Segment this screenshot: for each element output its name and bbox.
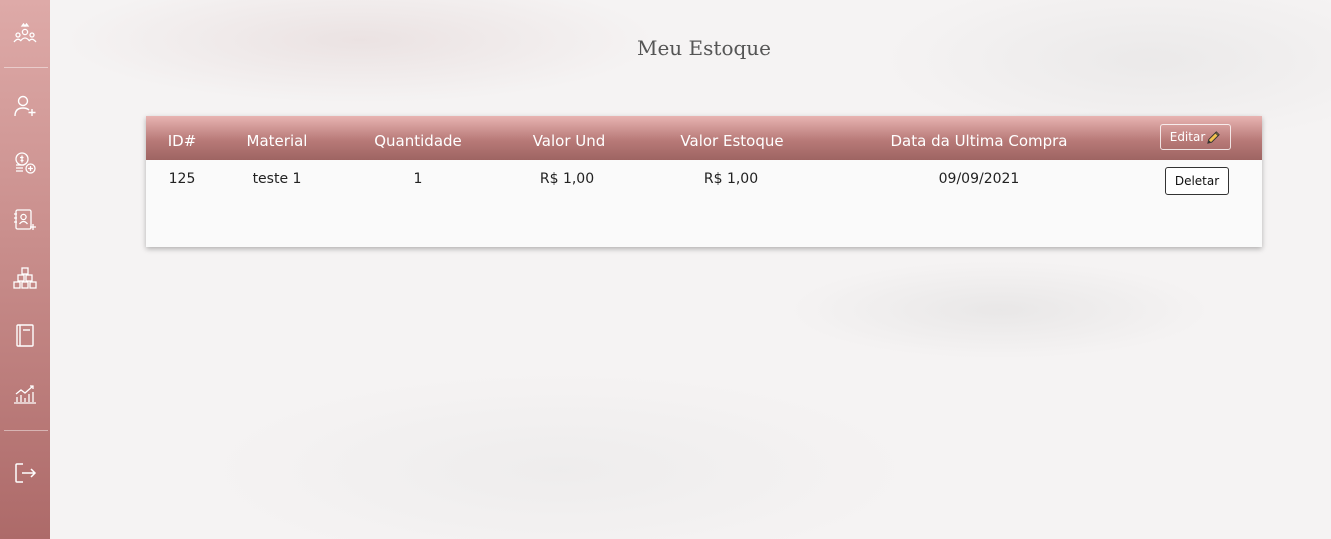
header-valor-estoque: Valor Estoque	[680, 132, 784, 150]
header-data-ultima-compra: Data da Ultima Compra	[890, 132, 1068, 150]
delete-button[interactable]: Deletar	[1165, 167, 1229, 195]
cell-material: teste 1	[252, 171, 302, 187]
header-valor-und: Valor Und	[532, 132, 606, 150]
cell-id: 125	[168, 171, 196, 187]
add-coin-icon[interactable]	[0, 146, 50, 180]
stock-boxes-icon[interactable]	[0, 261, 50, 295]
page-title: Meu Estoque	[636, 36, 771, 60]
logout-icon[interactable]	[0, 456, 50, 490]
sidebar-divider	[4, 67, 48, 68]
sidebar	[0, 0, 50, 539]
sidebar-divider	[4, 430, 48, 431]
header-quantidade: Quantidade	[374, 132, 462, 150]
add-contact-icon[interactable]	[0, 203, 50, 237]
cell-valor-und: R$ 1,00	[539, 171, 595, 187]
chart-icon[interactable]	[0, 376, 50, 410]
cell-data-ultima-compra: 09/09/2021	[938, 171, 1020, 187]
table-header: ID# Material Quantidade Valor Und Valor …	[146, 116, 1262, 160]
edit-button-label: Editar	[1169, 130, 1206, 144]
cell-quantidade: 1	[413, 171, 423, 187]
edit-button[interactable]: Editar	[1160, 124, 1231, 150]
header-id: ID#	[167, 132, 197, 150]
add-user-icon[interactable]	[0, 89, 50, 123]
pencil-icon	[1207, 130, 1221, 144]
cell-valor-estoque: R$ 1,00	[703, 171, 759, 187]
book-icon[interactable]	[0, 318, 50, 352]
header-material: Material	[246, 132, 308, 150]
stock-table: ID# Material Quantidade Valor Und Valor …	[146, 116, 1262, 247]
team-icon[interactable]	[0, 18, 50, 52]
